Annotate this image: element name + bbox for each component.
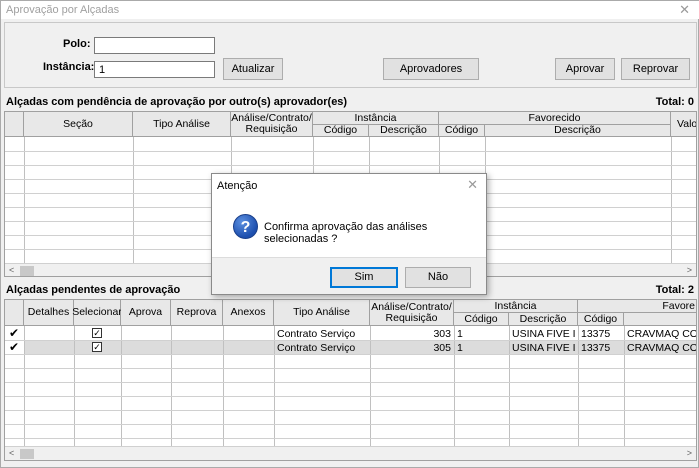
grid-line [671,137,672,263]
grid-line [171,326,172,446]
polo-label: Polo: [63,38,91,50]
favorecido-descricao-cell: CRAVMAQ COM E [627,342,696,354]
favorecido-descricao-cell: CRAVMAQ COM E [627,328,696,340]
header-instancia: Instância [454,300,578,313]
header-valor[interactable]: Valor [671,112,696,137]
header-favorecido: Favore [578,300,696,313]
top-section-title: Alçadas com pendência de aprovação por o… [6,96,348,108]
header-favorecido-descricao[interactable]: Descrição [485,125,671,137]
header-analise-contrato[interactable]: Análise/Contrato/ Requisição [231,112,313,137]
tipo-analise-cell: Contrato Serviço [277,342,356,354]
filter-panel: Polo: Instância: 1 Atualizar Aprovadores… [4,22,697,88]
header-selecionar[interactable]: Selecionar [72,300,122,326]
favorecido-codigo-cell: 13375 [581,328,611,340]
header-instancia-codigo[interactable]: Código [313,125,369,137]
header-reprova[interactable]: Reprova [171,300,223,326]
grid-line [74,326,75,446]
header-favorecido-codigo[interactable]: Código [439,125,485,137]
grid-line [578,326,579,446]
scroll-right-icon[interactable]: > [687,448,692,458]
row-selector-header [5,112,24,137]
header-secao[interactable]: Seção [24,112,133,137]
header-detalhes[interactable]: Detalhes [24,300,74,326]
dialog-body: ? Confirma aprovação das análises seleci… [212,196,486,257]
grid-line [24,326,25,446]
grid-line [5,396,696,397]
header-favorecido-codigo[interactable]: Código [578,313,624,326]
dialog-footer: Sim Não [212,257,486,294]
grid-line [5,354,696,355]
grid-line [5,382,696,383]
aprovar-button[interactable]: Aprovar [555,58,615,80]
tipo-analise-cell: Contrato Serviço [277,328,356,340]
header-analise-contrato[interactable]: Análise/Contrato/ Requisição [370,300,454,326]
top-section-total: Total: 0 [655,96,694,108]
dialog-title: Atenção [217,180,258,192]
bottom-section-total: Total: 2 [655,284,694,296]
header-instancia-descricao[interactable]: Descrição [369,125,439,137]
instancia-descricao-cell: USINA FIVE I [512,342,576,354]
confirm-dialog: Atenção ✕ ? Confirma aprovação das análi… [211,173,487,295]
bottom-horizontal-scrollbar[interactable]: < > [5,446,696,460]
instancia-codigo-cell: 1 [457,342,463,354]
atualizar-button[interactable]: Atualizar [223,58,283,80]
analise-numero-cell: 305 [433,342,451,354]
question-icon: ? [233,214,258,239]
selecionar-checkbox[interactable]: ✓ [92,342,102,352]
grid-line [5,438,696,439]
grid-line [5,410,696,411]
grid-line [624,326,625,446]
instancia-codigo-cell: 1 [457,328,463,340]
window-close-icon[interactable]: ✕ [679,2,690,18]
grid-line [274,326,275,446]
header-anexos[interactable]: Anexos [223,300,274,326]
favorecido-codigo-cell: 13375 [581,342,611,354]
grid-line [5,368,696,369]
header-instancia-descricao[interactable]: Descrição [509,313,578,326]
row-check-icon: ✔ [9,340,20,354]
instancia-descricao-cell: USINA FIVE I [512,328,576,340]
scroll-thumb[interactable] [20,449,34,459]
grid-line [370,326,371,446]
bottom-grid[interactable]: Detalhes Selecionar Aprova Reprova Anexo… [4,299,697,461]
instancia-input[interactable]: 1 [94,61,215,78]
aprovadores-button[interactable]: Aprovadores [383,58,479,80]
grid-line [24,137,25,263]
grid-line [121,326,122,446]
instancia-label: Instância: [43,61,95,73]
row-check-icon: ✔ [9,326,20,340]
scroll-left-icon[interactable]: < [9,265,14,275]
polo-input[interactable] [94,37,215,54]
header-tipo-analise[interactable]: Tipo Análise [274,300,370,326]
grid-line [454,326,455,446]
header-instancia-codigo[interactable]: Código [454,313,509,326]
scroll-thumb[interactable] [20,266,34,276]
grid-line [133,137,134,263]
row-selector-header [5,300,24,326]
sim-button[interactable]: Sim [330,267,398,288]
main-window: Aprovação por Alçadas ✕ Polo: Instância:… [0,0,699,468]
dialog-close-icon[interactable]: ✕ [467,177,478,193]
grid-line [5,151,696,152]
grid-line [5,165,696,166]
window-title: Aprovação por Alçadas [6,4,120,16]
scroll-left-icon[interactable]: < [9,448,14,458]
selecionar-checkbox[interactable]: ✓ [92,328,102,338]
bottom-section-title: Alçadas pendentes de aprovação [6,284,181,296]
scroll-right-icon[interactable]: > [687,265,692,275]
analise-numero-cell: 303 [433,328,451,340]
nao-button[interactable]: Não [405,267,471,288]
header-tipo-analise[interactable]: Tipo Análise [133,112,231,137]
grid-line [223,326,224,446]
grid-line [5,424,696,425]
title-bar: Aprovação por Alçadas ✕ [1,1,699,19]
reprovar-button[interactable]: Reprovar [621,58,690,80]
header-aprova[interactable]: Aprova [121,300,171,326]
dialog-message: Confirma aprovação das análises selecion… [264,221,428,245]
grid-line [5,340,696,341]
header-favorecido-descricao[interactable] [624,313,696,326]
grid-line [509,326,510,446]
